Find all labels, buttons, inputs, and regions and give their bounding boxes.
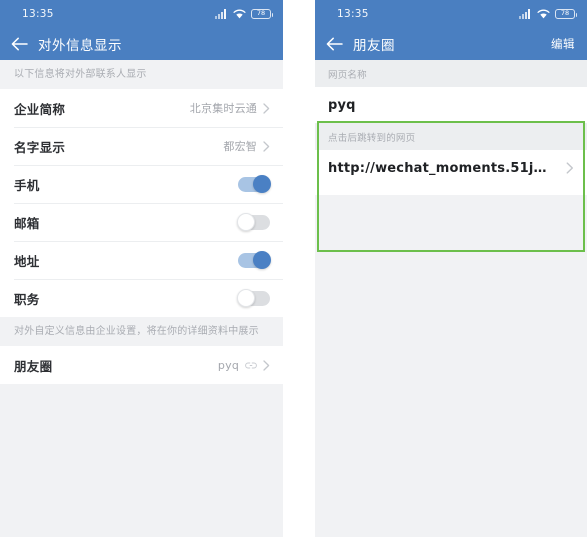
wifi-icon (233, 9, 246, 18)
row-label: 朋友圈 (14, 358, 53, 374)
row-name-display[interactable]: 名字显示 都宏智 (0, 127, 283, 165)
field-row-target-url[interactable]: http://wechat_moments.51j… (315, 150, 587, 186)
chevron-right-icon (566, 162, 573, 174)
status-time: 13:35 (22, 7, 54, 20)
left-title-bar: 对外信息显示 (0, 27, 283, 60)
chevron-right-icon (263, 140, 270, 152)
battery-icon: 78 (251, 8, 273, 19)
edit-button[interactable]: 编辑 (551, 36, 575, 52)
right-title-bar: 朋友圈 编辑 (315, 27, 587, 60)
custom-info-list: 朋友圈 pyq (0, 346, 283, 384)
row-value: 北京集时云通 (189, 102, 257, 115)
battery-level: 78 (560, 9, 570, 18)
back-arrow-icon[interactable] (10, 35, 28, 53)
page-title: 对外信息显示 (38, 37, 122, 54)
field-header-page-name: 网页名称 (315, 60, 587, 87)
field-row-page-name[interactable]: pyq (315, 87, 587, 123)
toggle-job-title[interactable] (237, 289, 270, 307)
toggle-knob (237, 213, 255, 231)
link-icon (245, 362, 257, 368)
chevron-right-icon (263, 359, 270, 371)
row-moments[interactable]: 朋友圈 pyq (0, 346, 283, 384)
toggle-knob (253, 251, 271, 269)
toggle-address[interactable] (238, 251, 271, 269)
right-phone-panel: 13:35 78 朋友圈 编辑 网页名称 pyq 点击后跳转到的网页 http:… (315, 0, 587, 537)
signal-icon (519, 8, 530, 19)
row-label: 地址 (14, 253, 40, 269)
wifi-icon (537, 9, 550, 18)
left-content: 以下信息将对外部联系人显示 企业简称 北京集时云通 名字显示 都宏智 手机 邮箱… (0, 60, 283, 537)
toggle-knob (237, 289, 255, 307)
row-label: 名字显示 (14, 139, 66, 155)
toggle-knob (253, 175, 271, 193)
page-title: 朋友圈 (353, 37, 395, 54)
status-icon-group: 78 (215, 8, 273, 19)
field-value: http://wechat_moments.51j… (328, 160, 547, 176)
row-email[interactable]: 邮箱 (0, 203, 283, 241)
row-trailing: 都宏智 (223, 138, 270, 154)
status-icon-group: 78 (519, 8, 577, 19)
back-arrow-icon[interactable] (325, 35, 343, 53)
back-arrow-glyph (11, 37, 28, 50)
left-status-bar: 13:35 78 (0, 0, 283, 27)
toggle-email[interactable] (237, 213, 270, 231)
row-value: pyq (217, 358, 239, 372)
right-status-bar: 13:35 78 (315, 0, 587, 27)
row-mobile[interactable]: 手机 (0, 165, 283, 203)
field-header-target-url: 点击后跳转到的网页 (315, 123, 587, 150)
section-note-external-info: 以下信息将对外部联系人显示 (0, 60, 283, 89)
row-address[interactable]: 地址 (0, 241, 283, 279)
row-label: 职务 (14, 291, 40, 307)
chevron-right-icon (263, 102, 270, 114)
back-arrow-glyph (326, 37, 343, 50)
battery-level: 78 (256, 9, 266, 18)
field-value: pyq (328, 97, 356, 113)
row-value: 都宏智 (223, 140, 257, 153)
external-info-list: 企业简称 北京集时云通 名字显示 都宏智 手机 邮箱 地址 职务 (0, 89, 283, 317)
row-label: 企业简称 (14, 101, 66, 117)
screenshot-stage: 13:35 78 对外信息显示 以下信息将对外部联系人显示 企业简称 北京集时云… (0, 0, 587, 537)
battery-icon: 78 (555, 8, 577, 19)
row-company-short-name[interactable]: 企业简称 北京集时云通 (0, 89, 283, 127)
row-trailing: 北京集时云通 (190, 100, 270, 116)
left-phone-panel: 13:35 78 对外信息显示 以下信息将对外部联系人显示 企业简称 北京集时云… (0, 0, 283, 537)
section-note-custom-info: 对外自定义信息由企业设置，将在你的详细资料中展示 (0, 317, 283, 346)
row-label: 邮箱 (14, 215, 40, 231)
right-content: 网页名称 pyq 点击后跳转到的网页 http://wechat_moments… (315, 60, 587, 537)
toggle-mobile[interactable] (238, 175, 271, 193)
field-bottom-spacer (315, 186, 587, 195)
row-trailing: pyq (218, 359, 270, 372)
row-job-title[interactable]: 职务 (0, 279, 283, 317)
signal-icon (215, 8, 226, 19)
row-label: 手机 (14, 177, 40, 193)
status-time: 13:35 (337, 7, 369, 20)
